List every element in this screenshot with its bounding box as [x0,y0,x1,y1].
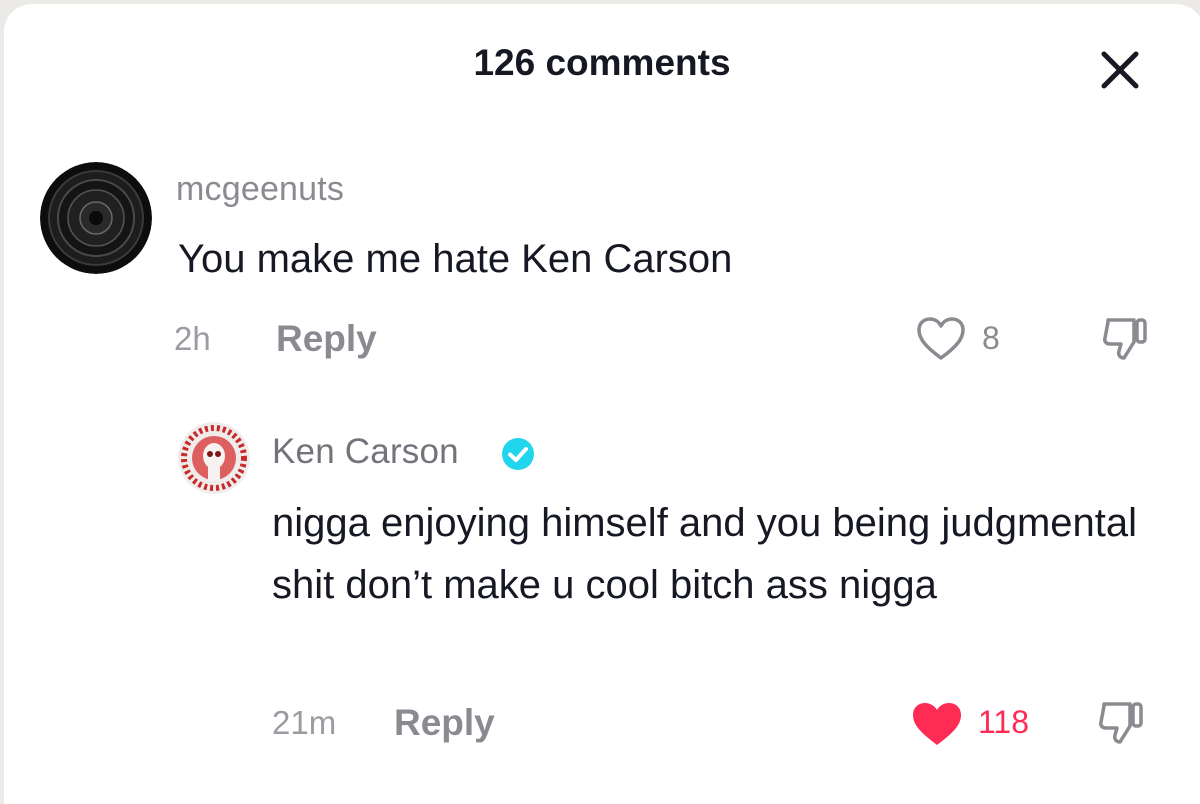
comment-text: You make me hate Ken Carson [178,237,733,281]
avatar[interactable] [40,162,152,274]
like-count: 118 [978,704,1030,740]
heart-filled-icon[interactable] [910,700,961,746]
verified-badge-icon [500,436,536,472]
heart-outline-icon[interactable] [916,316,966,362]
close-icon[interactable] [1092,42,1148,98]
reply-button[interactable]: Reply [394,702,495,744]
comment-timestamp: 21m [272,704,337,741]
like-count: 8 [982,320,1000,356]
reply-button[interactable]: Reply [276,318,377,360]
comment-username[interactable]: Ken Carson [272,432,459,472]
comments-count-title: 126 comments [473,42,731,83]
dislike-icon[interactable] [1098,312,1152,366]
comment-text: nigga enjoying himself and you being jud… [272,501,1138,607]
avatar[interactable] [178,422,250,494]
comment-timestamp: 2h [174,320,211,357]
comments-sheet: 126 comments mcgeenuts You make me hate … [4,4,1200,804]
dislike-icon[interactable] [1094,696,1148,750]
comment-username[interactable]: mcgeenuts [176,170,344,209]
